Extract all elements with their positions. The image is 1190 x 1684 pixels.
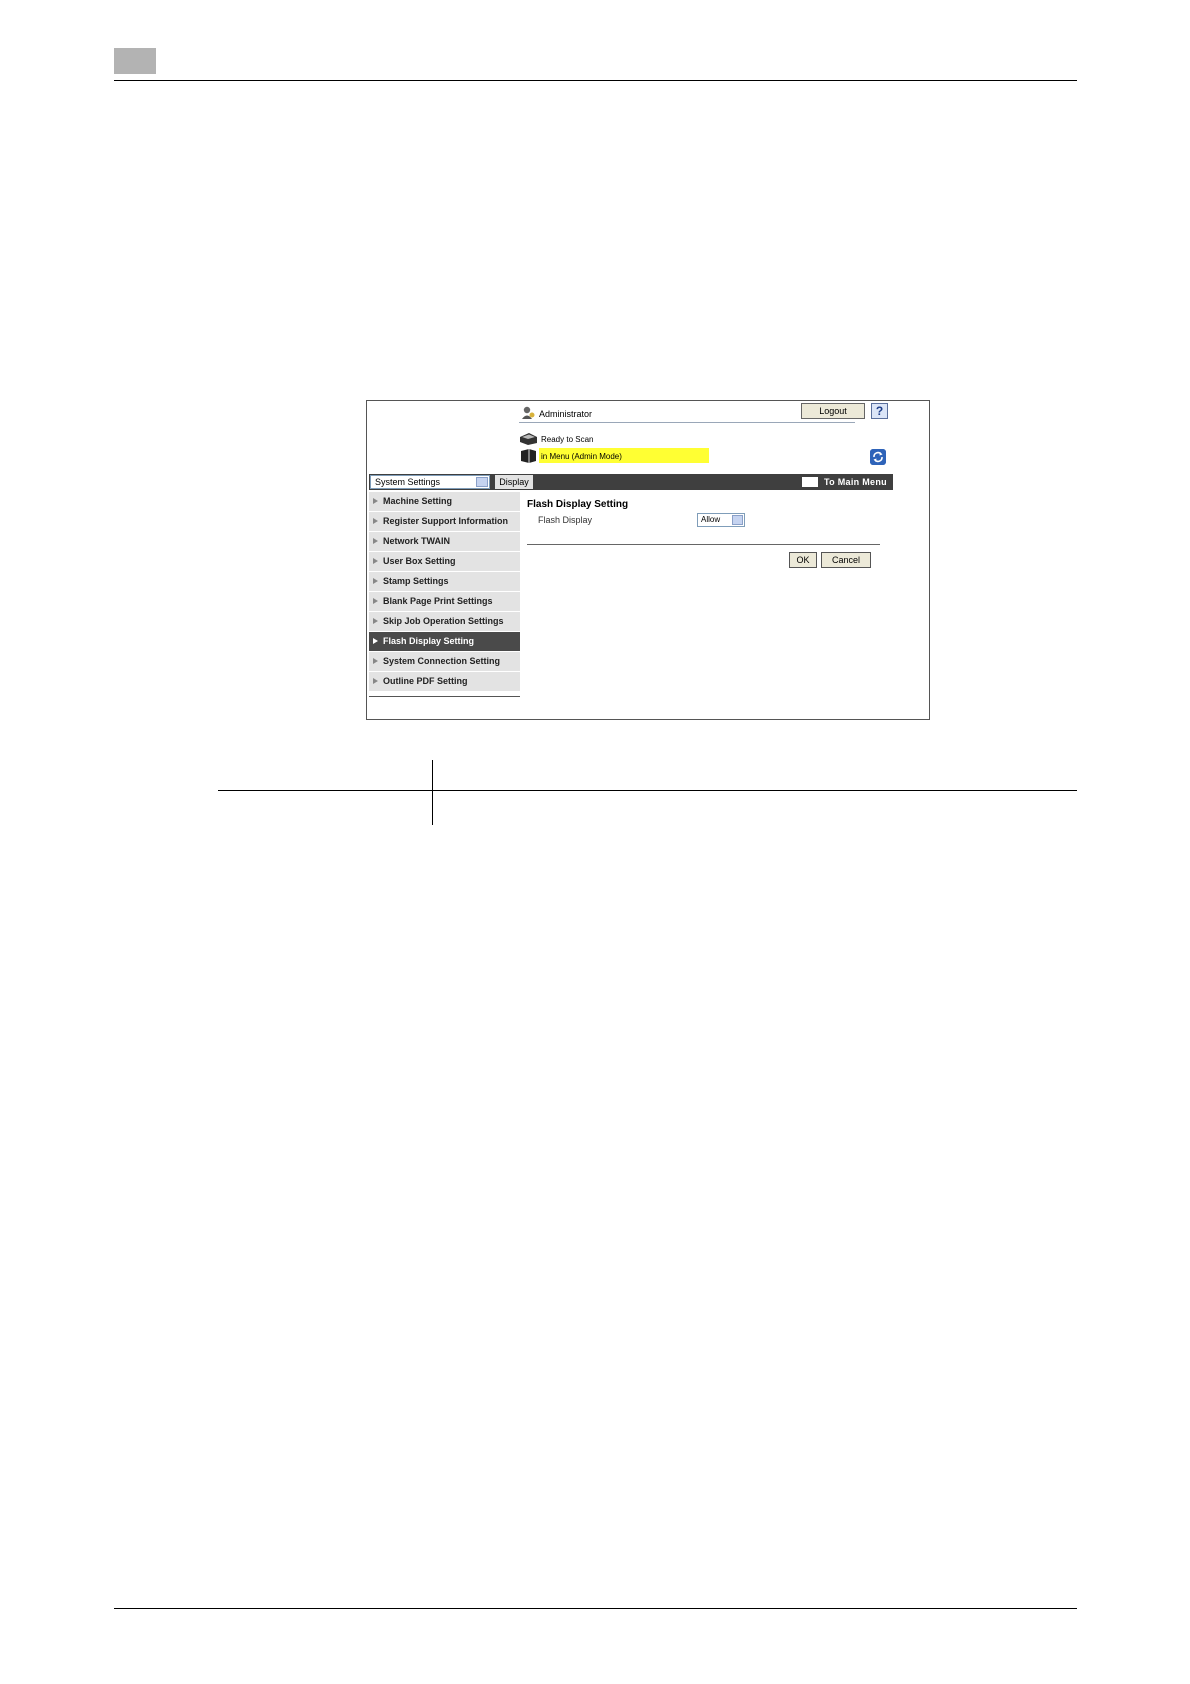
administrator-label: Administrator xyxy=(539,409,593,419)
arrow-right-icon xyxy=(373,558,378,564)
web-connection-screenshot: Administrator Logout ? Ready to Scan in … xyxy=(366,400,930,720)
table-column-divider xyxy=(432,760,433,825)
to-main-menu-label: To Main Menu xyxy=(824,477,887,487)
arrow-right-icon xyxy=(373,518,378,524)
admin-mode-label: in Menu (Admin Mode) xyxy=(541,452,622,461)
logout-button[interactable]: Logout xyxy=(801,403,865,419)
sidebar-item-label: Blank Page Print Settings xyxy=(383,596,493,606)
arrow-right-icon xyxy=(373,578,378,584)
sidebar-item[interactable]: Blank Page Print Settings xyxy=(369,592,520,611)
sidebar-item-label: Skip Job Operation Settings xyxy=(383,616,504,626)
administrator-icon xyxy=(522,406,535,419)
flash-display-label: Flash Display xyxy=(538,515,593,525)
sidebar-item[interactable]: Outline PDF Setting xyxy=(369,672,520,691)
help-button[interactable]: ? xyxy=(871,403,888,419)
chevron-down-icon xyxy=(732,515,743,525)
cancel-button[interactable]: Cancel xyxy=(821,552,871,568)
scanner-status-icon xyxy=(520,433,537,445)
settings-category-value: System Settings xyxy=(375,477,441,487)
sidebar-item[interactable]: Network TWAIN xyxy=(369,532,520,551)
flash-display-select[interactable]: Allow xyxy=(697,513,745,527)
arrow-right-icon xyxy=(373,638,378,644)
sidebar-item-label: System Connection Setting xyxy=(383,656,501,666)
sidebar-item-label: Machine Setting xyxy=(383,496,453,506)
ok-button[interactable]: OK xyxy=(789,552,817,568)
footer-rule xyxy=(114,1608,1077,1609)
ready-status-label: Ready to Scan xyxy=(541,435,594,444)
arrow-right-icon xyxy=(373,658,378,664)
arrow-right-icon xyxy=(373,498,378,504)
main-menu-icon xyxy=(802,477,818,487)
sidebar-item-label: Outline PDF Setting xyxy=(383,676,468,686)
arrow-right-icon xyxy=(373,538,378,544)
refresh-icon[interactable] xyxy=(870,449,886,465)
sidebar-item-label: User Box Setting xyxy=(383,556,456,566)
sidebar-item-label: Stamp Settings xyxy=(383,576,449,586)
sidebar-item[interactable]: System Connection Setting xyxy=(369,652,520,671)
arrow-right-icon xyxy=(373,598,378,604)
arrow-right-icon xyxy=(373,618,378,624)
display-tab[interactable]: Display xyxy=(495,475,533,489)
sidebar-divider xyxy=(369,696,520,697)
sidebar-item[interactable]: Stamp Settings xyxy=(369,572,520,591)
header-rule xyxy=(114,80,1077,81)
admin-mode-icon xyxy=(521,449,536,463)
settings-sidebar: Machine Setting Register Support Informa… xyxy=(369,492,520,692)
table-header-rule xyxy=(218,790,1077,791)
sidebar-item[interactable]: Register Support Information xyxy=(369,512,520,531)
sidebar-item[interactable]: Skip Job Operation Settings xyxy=(369,612,520,631)
content-divider xyxy=(527,544,880,545)
content-title: Flash Display Setting xyxy=(527,499,629,510)
sidebar-item-active[interactable]: Flash Display Setting xyxy=(369,632,520,651)
to-main-menu-link[interactable]: To Main Menu xyxy=(800,475,887,489)
settings-category-select[interactable]: System Settings xyxy=(370,475,490,489)
sidebar-item-label: Flash Display Setting xyxy=(383,636,475,646)
chevron-down-icon xyxy=(476,477,488,487)
sidebar-item-label: Network TWAIN xyxy=(383,536,451,546)
flash-display-value: Allow xyxy=(701,515,721,524)
chapter-tab xyxy=(114,48,156,74)
sidebar-item[interactable]: Machine Setting xyxy=(369,492,520,511)
sidebar-item-label: Register Support Information xyxy=(383,516,509,526)
sidebar-item[interactable]: User Box Setting xyxy=(369,552,520,571)
arrow-right-icon xyxy=(373,678,378,684)
